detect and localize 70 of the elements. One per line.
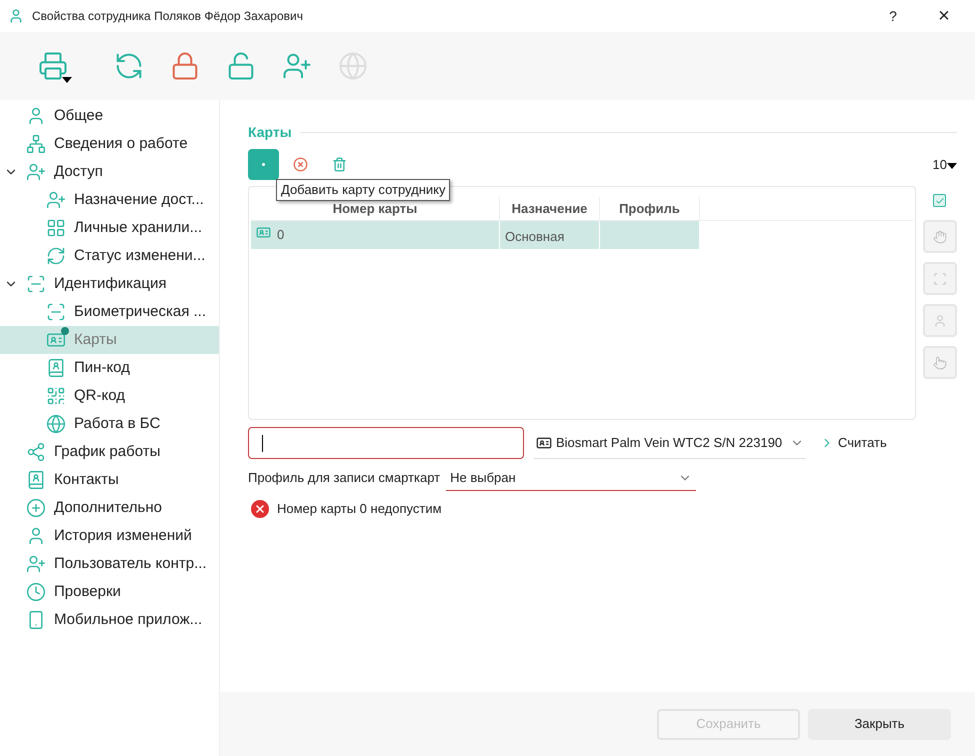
card-number-field[interactable] xyxy=(248,427,524,459)
help-button[interactable]: ? xyxy=(873,6,913,26)
select-all-checkbox[interactable] xyxy=(933,194,946,207)
cancel-icon[interactable] xyxy=(293,157,308,172)
sidebar-item[interactable]: График работы xyxy=(0,438,219,466)
sidebar-item[interactable]: Пин-код xyxy=(0,354,219,382)
sidebar-item[interactable]: Идентификация xyxy=(0,270,219,298)
sidebar-item[interactable]: Контакты xyxy=(0,466,219,494)
sidebar-item[interactable]: QR-код xyxy=(0,382,219,410)
grid-icon xyxy=(46,218,66,238)
column-header[interactable]: Профиль xyxy=(600,197,700,220)
tooltip: Добавить карту сотруднику xyxy=(276,179,450,200)
user-add-icon xyxy=(26,554,46,574)
hierarchy-icon xyxy=(26,134,46,154)
pointer-icon xyxy=(932,356,946,370)
sidebar-item[interactable]: Статус изменени... xyxy=(0,242,219,270)
trash-icon[interactable] xyxy=(332,157,347,172)
sidebar-item[interactable]: Личные хранили... xyxy=(0,214,219,242)
table-row[interactable]: 0 Основная xyxy=(251,221,700,249)
sidebar-item[interactable]: Назначение дост... xyxy=(0,186,219,214)
refresh-icon xyxy=(46,246,66,266)
sidebar-item[interactable]: Работа в БС xyxy=(0,410,219,438)
add-card-button[interactable] xyxy=(248,149,279,180)
sidebar-item[interactable]: Доступ xyxy=(0,158,219,186)
clock-icon xyxy=(26,582,46,602)
user-icon xyxy=(932,314,946,328)
close-button[interactable]: × xyxy=(921,1,967,31)
sidebar-item[interactable]: Сведения о работе xyxy=(0,130,219,158)
reader-dropdown[interactable]: Biosmart Palm Vein WTC2 S/N 223190 xyxy=(534,427,806,459)
qr-code-icon xyxy=(46,386,66,406)
sidebar-item[interactable]: Общее xyxy=(0,102,219,130)
sidebar-item[interactable]: Биометрическая ... xyxy=(0,298,219,326)
sidebar-item[interactable]: Мобильное прилож... xyxy=(0,606,219,634)
globe-icon xyxy=(46,414,66,434)
table-cell-text: 0 xyxy=(277,226,284,244)
plus-circle-icon xyxy=(26,498,46,518)
table-cell-text: Основная xyxy=(505,228,564,246)
scan-icon xyxy=(46,302,66,322)
read-button[interactable]: Считать xyxy=(820,433,887,453)
contact-book-icon xyxy=(26,470,46,490)
profile-label: Профиль для записи смарткарт xyxy=(248,469,440,488)
profile-dropdown[interactable]: Не выбран xyxy=(446,465,696,491)
share-icon xyxy=(26,442,46,462)
sidebar-item[interactable]: Пользователь контр... xyxy=(0,550,219,578)
user-add-icon xyxy=(46,190,66,210)
user-add-icon[interactable] xyxy=(282,51,312,81)
lock-icon[interactable] xyxy=(170,51,200,81)
error-message: Номер карты 0 недопустим xyxy=(277,500,442,518)
window-title: Свойства сотрудника Поляков Фёдор Захарович xyxy=(32,8,304,25)
column-header[interactable]: Назначение xyxy=(500,197,600,220)
sidebar-item[interactable]: Дополнительно xyxy=(0,494,219,522)
sidebar-item[interactable]: Проверки xyxy=(0,578,219,606)
error-icon xyxy=(251,500,269,518)
user-icon xyxy=(8,8,24,24)
sidebar-item[interactable]: История изменений xyxy=(0,522,219,550)
scan-icon xyxy=(932,272,946,286)
close-button[interactable]: Закрыть xyxy=(808,708,951,740)
check-icon xyxy=(934,196,944,206)
card-reader-icon xyxy=(536,434,552,450)
contact-book-icon xyxy=(46,358,66,378)
page-size-dropdown[interactable]: 10 xyxy=(932,154,957,174)
scan-icon xyxy=(26,274,46,294)
unlock-icon[interactable] xyxy=(226,51,256,81)
id-card-icon xyxy=(256,225,271,240)
column-header[interactable]: Номер карты xyxy=(251,197,500,220)
dropdown-caret-icon xyxy=(62,77,72,83)
hand-icon xyxy=(932,230,946,244)
user-add-icon xyxy=(26,162,46,182)
text-cursor xyxy=(262,434,263,452)
section-title: Карты xyxy=(248,123,292,142)
